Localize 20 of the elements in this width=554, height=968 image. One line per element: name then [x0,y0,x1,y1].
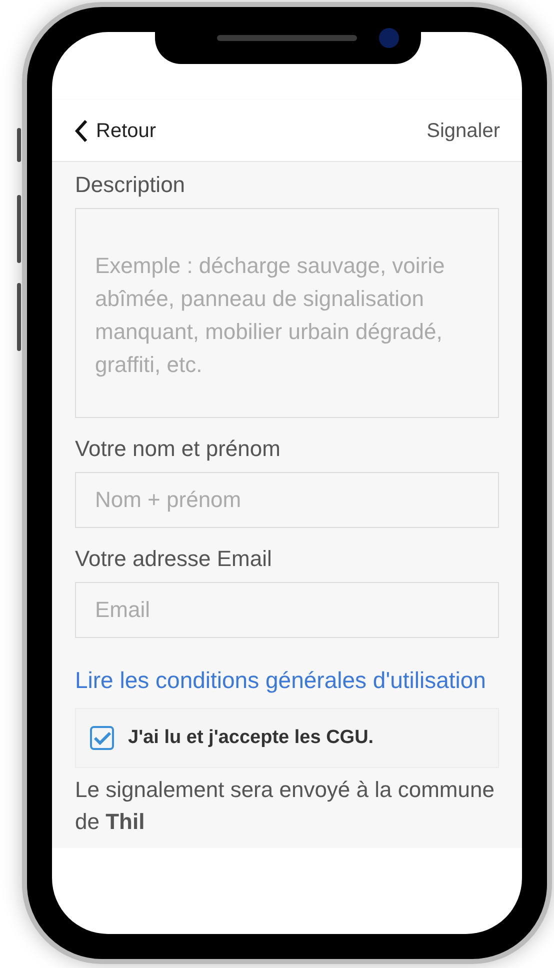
notice-text: Le signalement sera envoyé à la commune de Thil [75,776,496,836]
side-button-icon [17,195,21,263]
field-label: Votre adresse Email [75,545,273,573]
text-field[interactable]: Nom + prénom [75,472,499,528]
consent-row[interactable]: J'ai lu et j'accepte les CGU. [75,708,499,768]
chevron-left-icon [74,118,88,142]
field-label: Votre nom et prénom [75,435,282,463]
consent-label: J'ai lu et j'accepte les CGU. [128,726,374,750]
text-field[interactable]: Email [75,582,499,638]
speaker-icon [217,35,357,41]
side-button-icon [17,283,21,351]
camera-icon [379,28,399,48]
field-label: Description [75,171,186,199]
checkmark-icon [93,731,111,745]
report-button[interactable]: Signaler [426,116,500,146]
back-button[interactable]: Retour [74,116,156,146]
terms-link[interactable]: Lire les conditions générales d'utilisation [75,660,499,700]
side-button-icon [17,128,21,162]
description-field[interactable]: Exemple : décharge sauvage, voirie abîmée, panneau de signalisation manquant, mobilier urbain dégradé, graffiti, etc. [75,208,499,418]
checkbox[interactable] [90,726,114,750]
